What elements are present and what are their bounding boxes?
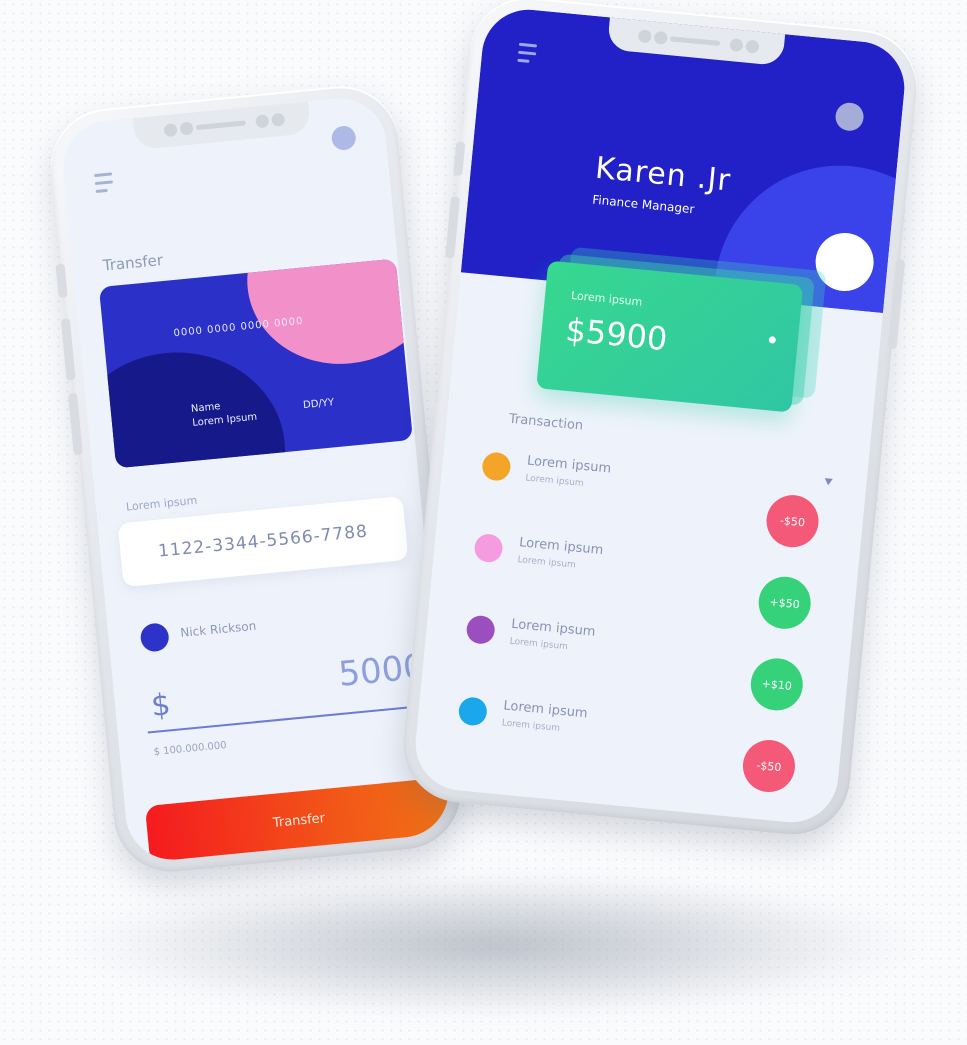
side-button [60,318,76,381]
account-label: Lorem ipsum [125,493,198,514]
transaction-amount-badge[interactable]: -$50 [740,737,798,795]
page-title: Transfer [101,250,164,275]
avatar[interactable] [330,124,357,152]
transaction-title: Lorem ipsum [502,698,589,722]
balance-card[interactable]: Lorem ipsum $5900 [536,260,804,413]
side-button [67,392,83,456]
side-button [453,141,466,176]
transfer-screen: Transfer 0000 0000 0000 0000 Name Lorem … [59,94,453,864]
bank-card[interactable]: 0000 0000 0000 0000 Name Lorem Ipsum DD/… [98,258,413,469]
menu-icon[interactable] [94,172,114,198]
floor-shadow [70,870,920,1020]
transaction-row[interactable]: Lorem ipsum Lorem ipsum +$50 [471,529,815,632]
currency-symbol: $ [149,687,173,724]
card-decoration [239,258,413,373]
filter-icon[interactable] [824,478,833,486]
transaction-row[interactable]: Lorem ipsum Lorem ipsum -$50 [455,692,799,795]
amount-divider [147,702,447,734]
transfer-button[interactable]: Transfer [144,777,453,864]
transaction-dot [481,451,512,482]
card-expiry: DD/YY [302,397,335,412]
transaction-amount-badge[interactable]: +$50 [756,574,814,632]
transaction-subtitle: Lorem ipsum [509,636,569,653]
amount-input[interactable] [261,640,430,709]
card-indicator-dot [768,336,777,344]
transaction-title: Lorem ipsum [526,453,612,477]
transaction-dot [457,696,489,727]
phone-notch [132,101,312,150]
transaction-amount-badge[interactable]: +$10 [748,656,806,713]
menu-icon[interactable] [517,42,538,69]
transaction-amount-badge[interactable]: -$50 [764,492,821,550]
balance-amount: $5900 [564,310,669,359]
balance-label: Lorem ipsum [570,288,643,309]
recipient-avatar[interactable] [139,622,170,653]
transaction-heading: Transaction [508,411,584,434]
transaction-dot [465,614,496,646]
side-button [445,195,461,259]
transaction-subtitle: Lorem ipsum [501,718,561,734]
profile-screen: Karen .Jr Finance Manager Lorem ipsum $5… [411,5,909,827]
transaction-row[interactable]: Lorem ipsum Lorem ipsum +$10 [463,611,807,713]
phone-transfer: Transfer 0000 0000 0000 0000 Name Lorem … [46,81,466,877]
recipient-name: Nick Rickson [179,618,257,640]
transaction-row[interactable]: Lorem ipsum Lorem ipsum -$50 [478,447,822,550]
amount-limit: $ 100.000.000 [153,740,228,759]
transaction-dot [473,532,504,564]
phone-profile: Karen .Jr Finance Manager Lorem ipsum $5… [398,0,922,840]
side-button [887,258,906,350]
transaction-subtitle: Lorem ipsum [517,555,577,571]
transaction-title: Lorem ipsum [510,616,597,640]
transaction-subtitle: Lorem ipsum [524,473,585,489]
side-button [55,263,68,299]
transaction-title: Lorem ipsum [518,535,604,559]
